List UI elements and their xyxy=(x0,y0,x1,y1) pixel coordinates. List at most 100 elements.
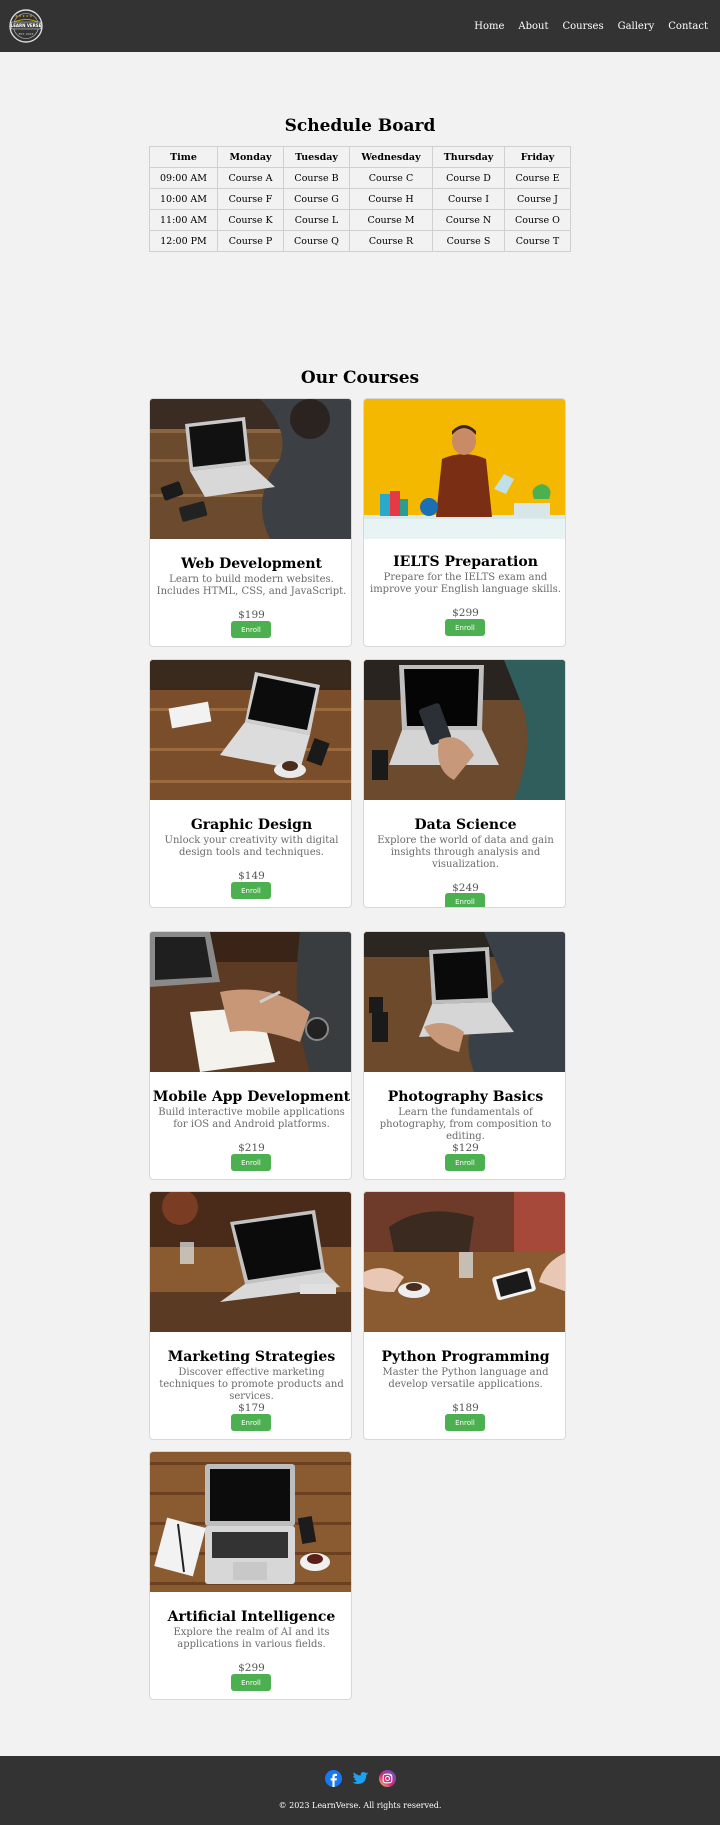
schedule-title: Schedule Board xyxy=(284,116,436,136)
svg-text:EST. 2023: EST. 2023 xyxy=(19,32,34,36)
col-thursday: Thursday xyxy=(432,146,505,168)
table-row: 10:00 AM Course F Course G Course H Cour… xyxy=(149,188,571,210)
enroll-button[interactable]: Enroll xyxy=(231,1414,271,1431)
course-card-web-development: Web Development Learn to build modern we… xyxy=(149,398,352,647)
table-cell: Course L xyxy=(283,209,350,231)
course-card-ielts-preparation: IELTS Preparation Prepare for the IELTS … xyxy=(363,398,566,647)
table-cell: Course K xyxy=(217,209,284,231)
social-links xyxy=(0,1770,720,1787)
table-cell: 11:00 AM xyxy=(149,209,218,231)
table-cell: Course A xyxy=(217,167,284,189)
course-desc: Master the Python language and develop v… xyxy=(382,1367,549,1390)
col-wednesday: Wednesday xyxy=(349,146,433,168)
course-desc: Learn the fundamentals of photography, f… xyxy=(379,1107,552,1142)
table-cell: Course Q xyxy=(283,230,350,252)
table-cell: Course R xyxy=(349,230,433,252)
col-time: Time xyxy=(149,146,218,168)
svg-text:LEARN VERSE: LEARN VERSE xyxy=(11,23,42,28)
course-title: Graphic Design xyxy=(190,817,313,833)
course-price: $189 xyxy=(452,1402,479,1414)
table-cell: Course T xyxy=(504,230,571,252)
nav-gallery[interactable]: Gallery xyxy=(618,21,655,32)
schedule-table: Time Monday Tuesday Wednesday Thursday F… xyxy=(149,146,571,252)
enroll-button[interactable]: Enroll xyxy=(231,621,271,638)
enroll-button[interactable]: Enroll xyxy=(445,1414,485,1431)
course-image xyxy=(364,660,565,800)
course-card-marketing-strategies: Marketing Strategies Discover effective … xyxy=(149,1191,352,1440)
enroll-button[interactable]: Enroll xyxy=(445,619,485,636)
course-price: $199 xyxy=(238,609,265,621)
course-price: $179 xyxy=(238,1402,265,1414)
table-cell: Course D xyxy=(432,167,505,189)
table-cell: Course N xyxy=(432,209,505,231)
course-image xyxy=(150,1452,351,1592)
course-title: IELTS Preparation xyxy=(393,554,538,570)
enroll-button[interactable]: Enroll xyxy=(231,1674,271,1691)
nav-courses[interactable]: Courses xyxy=(563,21,604,32)
table-row: 11:00 AM Course K Course L Course M Cour… xyxy=(149,209,571,231)
course-desc: Discover effective marketing techniques … xyxy=(159,1367,344,1402)
site-footer: © 2023 LearnVerse. All rights reserved. xyxy=(0,1756,720,1825)
table-cell: Course J xyxy=(504,188,571,210)
course-image xyxy=(150,660,351,800)
learnverse-logo[interactable]: ★ ★ ★ ★ ★ LEARN VERSE EST. 2023 xyxy=(6,8,46,44)
course-desc: Unlock your creativity with digital desi… xyxy=(164,835,339,858)
course-title: Data Science xyxy=(414,817,517,833)
table-cell: Course I xyxy=(432,188,505,210)
course-title: Marketing Strategies xyxy=(167,1349,336,1365)
course-price: $149 xyxy=(238,870,265,882)
table-row: 12:00 PM Course P Course Q Course R Cour… xyxy=(149,230,571,252)
table-cell: Course F xyxy=(217,188,284,210)
table-row: 09:00 AM Course A Course B Course C Cour… xyxy=(149,167,571,189)
instagram-icon[interactable] xyxy=(378,1770,396,1787)
enroll-button[interactable]: Enroll xyxy=(231,882,271,899)
course-price: $299 xyxy=(238,1662,265,1674)
col-friday: Friday xyxy=(504,146,571,168)
course-card-mobile-app-development: Mobile App Development Build interactive… xyxy=(149,931,352,1180)
course-card-artificial-intelligence: Artificial Intelligence Explore the real… xyxy=(149,1451,352,1700)
site-header: ★ ★ ★ ★ ★ LEARN VERSE EST. 2023 Home Abo… xyxy=(0,0,720,52)
nav-about[interactable]: About xyxy=(518,21,548,32)
course-title: Artificial Intelligence xyxy=(167,1609,336,1625)
course-title: Photography Basics xyxy=(387,1089,544,1105)
course-desc: Explore the world of data and gain insig… xyxy=(377,835,554,870)
table-cell: 09:00 AM xyxy=(149,167,218,189)
course-desc: Build interactive mobile applications fo… xyxy=(158,1107,345,1130)
table-cell: Course B xyxy=(283,167,350,189)
course-image xyxy=(150,932,351,1072)
table-cell: Course S xyxy=(432,230,505,252)
table-cell: Course C xyxy=(349,167,433,189)
course-desc: Prepare for the IELTS exam and improve y… xyxy=(370,572,561,595)
table-cell: Course M xyxy=(349,209,433,231)
schedule-header-row: Time Monday Tuesday Wednesday Thursday F… xyxy=(149,146,571,168)
course-desc: Learn to build modern websites. Includes… xyxy=(156,574,347,597)
course-card-python-programming: Python Programming Master the Python lan… xyxy=(363,1191,566,1440)
twitter-icon[interactable] xyxy=(352,1770,369,1787)
course-image xyxy=(364,399,565,539)
facebook-icon[interactable] xyxy=(324,1770,342,1787)
nav-contact[interactable]: Contact xyxy=(668,21,708,32)
col-tuesday: Tuesday xyxy=(283,146,350,168)
table-cell: 10:00 AM xyxy=(149,188,218,210)
course-title: Web Development xyxy=(180,556,323,572)
nav-home[interactable]: Home xyxy=(474,21,504,32)
table-cell: Course H xyxy=(349,188,433,210)
table-cell: Course G xyxy=(283,188,350,210)
svg-text:★ ★ ★ ★ ★: ★ ★ ★ ★ ★ xyxy=(15,14,33,18)
table-cell: Course P xyxy=(217,230,284,252)
course-card-photography-basics: Photography Basics Learn the fundamental… xyxy=(363,931,566,1180)
course-price: $129 xyxy=(452,1142,479,1154)
enroll-button[interactable]: Enroll xyxy=(445,1154,485,1171)
course-title: Mobile App Development xyxy=(152,1089,351,1105)
course-desc: Explore the realm of AI and its applicat… xyxy=(173,1627,330,1650)
course-title: Python Programming xyxy=(381,1349,550,1365)
enroll-button[interactable]: Enroll xyxy=(231,1154,271,1171)
course-image xyxy=(150,1192,351,1332)
table-cell: 12:00 PM xyxy=(149,230,218,252)
course-price: $219 xyxy=(238,1142,265,1154)
course-image xyxy=(150,399,351,539)
course-image xyxy=(364,1192,565,1332)
courses-title: Our Courses xyxy=(300,368,420,388)
enroll-button[interactable]: Enroll xyxy=(445,893,485,907)
course-card-graphic-design: Graphic Design Unlock your creativity wi… xyxy=(149,659,352,908)
